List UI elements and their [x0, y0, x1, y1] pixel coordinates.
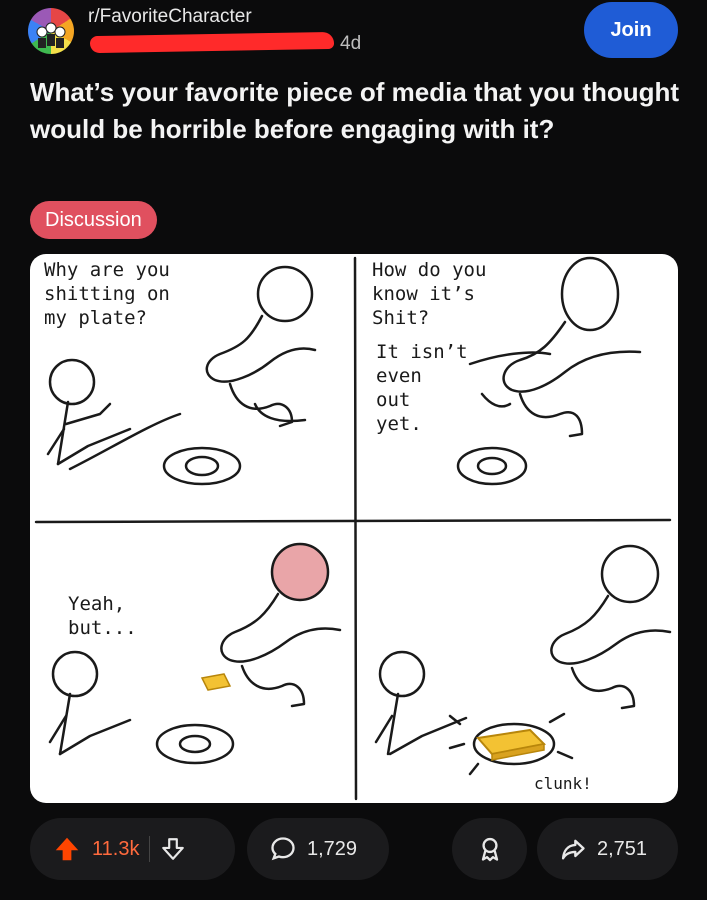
award-button[interactable] [452, 818, 527, 880]
panel4-sound-effect: clunk! [534, 774, 592, 793]
gold-bar-small [200, 673, 232, 691]
redacted-username [89, 31, 335, 54]
vote-pill: 11.3k [30, 818, 235, 880]
join-button[interactable]: Join [584, 2, 678, 58]
gold-bar-large [476, 728, 547, 761]
subreddit-avatar-icon [36, 22, 66, 48]
post-header: r/FavoriteCharacter 4d Join [0, 0, 707, 70]
post-flair[interactable]: Discussion [30, 201, 157, 239]
share-button[interactable]: 2,751 [537, 818, 678, 880]
post-actions: 11.3k 1,729 2,751 [0, 818, 707, 882]
share-count: 2,751 [597, 837, 648, 860]
post-title[interactable]: What’s your favorite piece of media that… [30, 74, 680, 148]
panel3-speech: Yeah, but... [68, 593, 137, 639]
comment-icon [269, 835, 297, 863]
panel2-speech-b: It isn’t even out yet. [376, 341, 468, 435]
downvote-icon[interactable] [160, 836, 186, 862]
comment-count: 1,729 [307, 837, 358, 860]
panel2-speech-a: How do you know it’s Shit? [372, 259, 487, 329]
comments-button[interactable]: 1,729 [247, 818, 389, 880]
panel1-speech: Why are you shitting on my plate? [44, 259, 170, 329]
award-icon [476, 835, 504, 863]
upvote-icon[interactable] [52, 834, 82, 864]
subreddit-avatar[interactable] [28, 8, 74, 54]
vote-divider [149, 836, 151, 862]
share-icon [559, 835, 587, 863]
upvote-count: 11.3k [92, 837, 140, 860]
subreddit-name[interactable]: r/FavoriteCharacter [88, 6, 252, 28]
comic-image[interactable]: Why are you shitting on my plate? How do… [30, 254, 678, 803]
post-age: 4d [340, 33, 362, 54]
comic-drawing [34, 256, 672, 801]
